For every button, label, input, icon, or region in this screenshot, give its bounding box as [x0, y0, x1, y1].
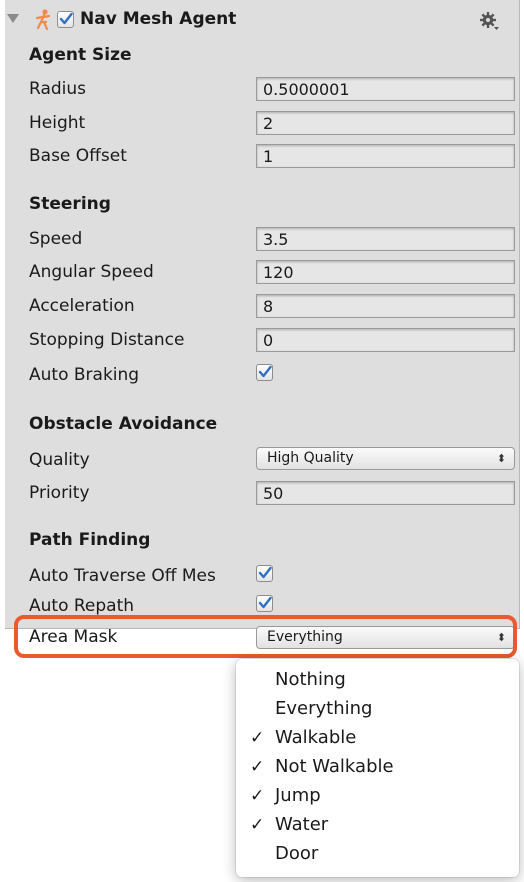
radius-field[interactable]: 0.5000001: [256, 77, 515, 101]
speed-field[interactable]: 3.5: [256, 227, 515, 251]
check-icon: ✓: [250, 786, 265, 806]
menu-item-water[interactable]: ✓ Water: [236, 810, 519, 840]
component-enabled-checkbox[interactable]: [57, 11, 74, 28]
check-icon: ✓: [250, 757, 265, 777]
section-steering: Steering: [29, 194, 111, 214]
auto-braking-label: Auto Braking: [29, 365, 140, 385]
angular-speed-field[interactable]: 120: [256, 260, 515, 284]
component-title: Nav Mesh Agent: [80, 9, 237, 29]
menu-item-label: Nothing: [275, 669, 346, 690]
stopping-distance-field[interactable]: 0: [256, 328, 515, 352]
auto-braking-checkbox[interactable]: [256, 364, 273, 381]
gear-icon[interactable]: [478, 10, 500, 32]
menu-item-label: Door: [275, 843, 319, 864]
quality-dropdown[interactable]: High Quality ⬍: [256, 447, 515, 470]
height-label: Height: [29, 113, 86, 133]
auto-traverse-checkbox[interactable]: [256, 565, 273, 582]
check-icon: ✓: [250, 728, 265, 748]
acceleration-label: Acceleration: [29, 296, 135, 316]
menu-item-label: Not Walkable: [275, 756, 394, 777]
updown-arrows-icon: ⬍: [496, 452, 506, 465]
menu-item-jump[interactable]: ✓ Jump: [236, 781, 519, 811]
menu-item-not-walkable[interactable]: ✓ Not Walkable: [236, 752, 519, 782]
nav-agent-icon: [35, 9, 51, 31]
menu-item-label: Walkable: [275, 727, 357, 748]
menu-item-label: Jump: [275, 785, 321, 806]
acceleration-field[interactable]: 8: [256, 294, 515, 318]
auto-repath-label: Auto Repath: [29, 596, 135, 616]
menu-item-label: Everything: [275, 698, 373, 719]
radius-label: Radius: [29, 79, 87, 99]
section-obstacle-avoidance: Obstacle Avoidance: [29, 414, 218, 434]
auto-repath-checkbox[interactable]: [256, 595, 273, 612]
base-offset-field[interactable]: 1: [256, 144, 515, 168]
section-path-finding: Path Finding: [29, 530, 151, 550]
area-mask-menu: Nothing Everything ✓ Walkable ✓ Not Walk…: [236, 659, 519, 877]
check-icon: ✓: [250, 815, 265, 835]
auto-traverse-label: Auto Traverse Off Mes: [29, 566, 216, 586]
menu-item-door[interactable]: Door: [236, 839, 519, 869]
inspector-panel: Nav Mesh Agent Agent Size Radius 0.50000…: [5, 0, 520, 629]
speed-label: Speed: [29, 229, 83, 249]
priority-field[interactable]: 50: [256, 481, 515, 505]
section-agent-size: Agent Size: [29, 45, 132, 65]
menu-item-walkable[interactable]: ✓ Walkable: [236, 723, 519, 753]
quality-label: Quality: [29, 450, 90, 470]
menu-item-nothing[interactable]: Nothing: [236, 665, 519, 695]
area-mask-highlight: [14, 615, 517, 658]
base-offset-label: Base Offset: [29, 146, 127, 166]
component-header: Nav Mesh Agent: [5, 0, 519, 40]
menu-item-label: Water: [275, 814, 329, 835]
height-field[interactable]: 2: [256, 111, 515, 135]
stopping-distance-label: Stopping Distance: [29, 330, 185, 350]
foldout-arrow-icon[interactable]: [7, 14, 19, 23]
angular-speed-label: Angular Speed: [29, 262, 154, 282]
priority-label: Priority: [29, 483, 90, 503]
menu-item-everything[interactable]: Everything: [236, 694, 519, 724]
quality-dropdown-value: High Quality: [267, 450, 354, 466]
